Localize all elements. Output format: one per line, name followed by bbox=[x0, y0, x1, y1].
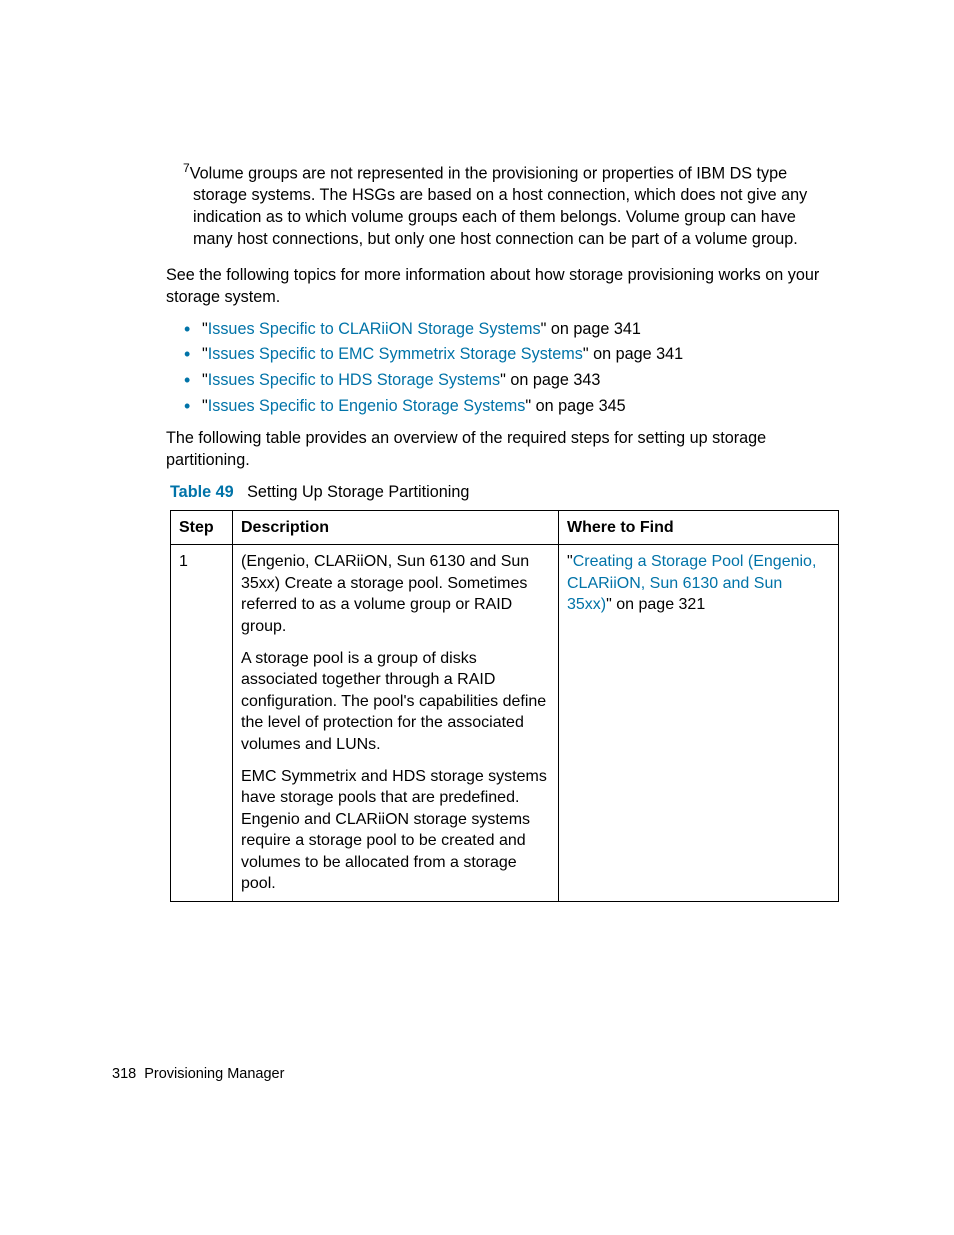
cell-step: 1 bbox=[171, 545, 233, 902]
xref-list: "Issues Specific to CLARiiON Storage Sys… bbox=[180, 319, 839, 418]
desc-block: EMC Symmetrix and HDS storage systems ha… bbox=[241, 766, 550, 896]
col-where: Where to Find bbox=[559, 510, 839, 545]
table-row: 1 (Engenio, CLARiiON, Sun 6130 and Sun 3… bbox=[171, 545, 839, 902]
col-description: Description bbox=[233, 510, 559, 545]
section-title: Provisioning Manager bbox=[144, 1066, 284, 1082]
xref-link-hds[interactable]: Issues Specific to HDS Storage Systems bbox=[208, 371, 500, 389]
lead-paragraph: See the following topics for more inform… bbox=[166, 265, 839, 309]
steps-table: Step Description Where to Find 1 (Engeni… bbox=[170, 510, 839, 903]
xref-link-clariion[interactable]: Issues Specific to CLARiiON Storage Syst… bbox=[208, 320, 541, 338]
list-item: "Issues Specific to CLARiiON Storage Sys… bbox=[180, 319, 839, 341]
list-item: "Issues Specific to Engenio Storage Syst… bbox=[180, 396, 839, 418]
document-page: 7Volume groups are not represented in th… bbox=[0, 0, 954, 1235]
table-number: Table 49 bbox=[170, 483, 234, 501]
cell-description: (Engenio, CLARiiON, Sun 6130 and Sun 35x… bbox=[233, 545, 559, 902]
cell-where: "Creating a Storage Pool (Engenio, CLARi… bbox=[559, 545, 839, 902]
page-number: 318 bbox=[112, 1066, 136, 1082]
desc-block: A storage pool is a group of disks assoc… bbox=[241, 648, 550, 756]
xref-page: 345 bbox=[599, 397, 626, 415]
xref-page: 341 bbox=[614, 320, 641, 338]
xref-link-symmetrix[interactable]: Issues Specific to EMC Symmetrix Storage… bbox=[208, 345, 583, 363]
intro-paragraph: The following table provides an overview… bbox=[166, 428, 839, 472]
list-item: "Issues Specific to EMC Symmetrix Storag… bbox=[180, 344, 839, 366]
xref-link-engenio[interactable]: Issues Specific to Engenio Storage Syste… bbox=[208, 397, 526, 415]
desc-block: (Engenio, CLARiiON, Sun 6130 and Sun 35x… bbox=[241, 551, 550, 637]
page-footer: 318 Provisioning Manager bbox=[112, 1065, 284, 1085]
footnote-marker: 7 bbox=[183, 161, 190, 175]
list-item: "Issues Specific to HDS Storage Systems"… bbox=[180, 370, 839, 392]
footnote-7: 7Volume groups are not represented in th… bbox=[193, 160, 839, 251]
xref-page: 341 bbox=[656, 345, 683, 363]
footnote-text: Volume groups are not represented in the… bbox=[190, 164, 808, 248]
xref-page: 343 bbox=[573, 371, 600, 389]
table-title: Setting Up Storage Partitioning bbox=[247, 483, 469, 501]
col-step: Step bbox=[171, 510, 233, 545]
where-suffix: " on page 321 bbox=[606, 596, 705, 613]
table-header-row: Step Description Where to Find bbox=[171, 510, 839, 545]
table-caption: Table 49 Setting Up Storage Partitioning bbox=[170, 482, 839, 504]
